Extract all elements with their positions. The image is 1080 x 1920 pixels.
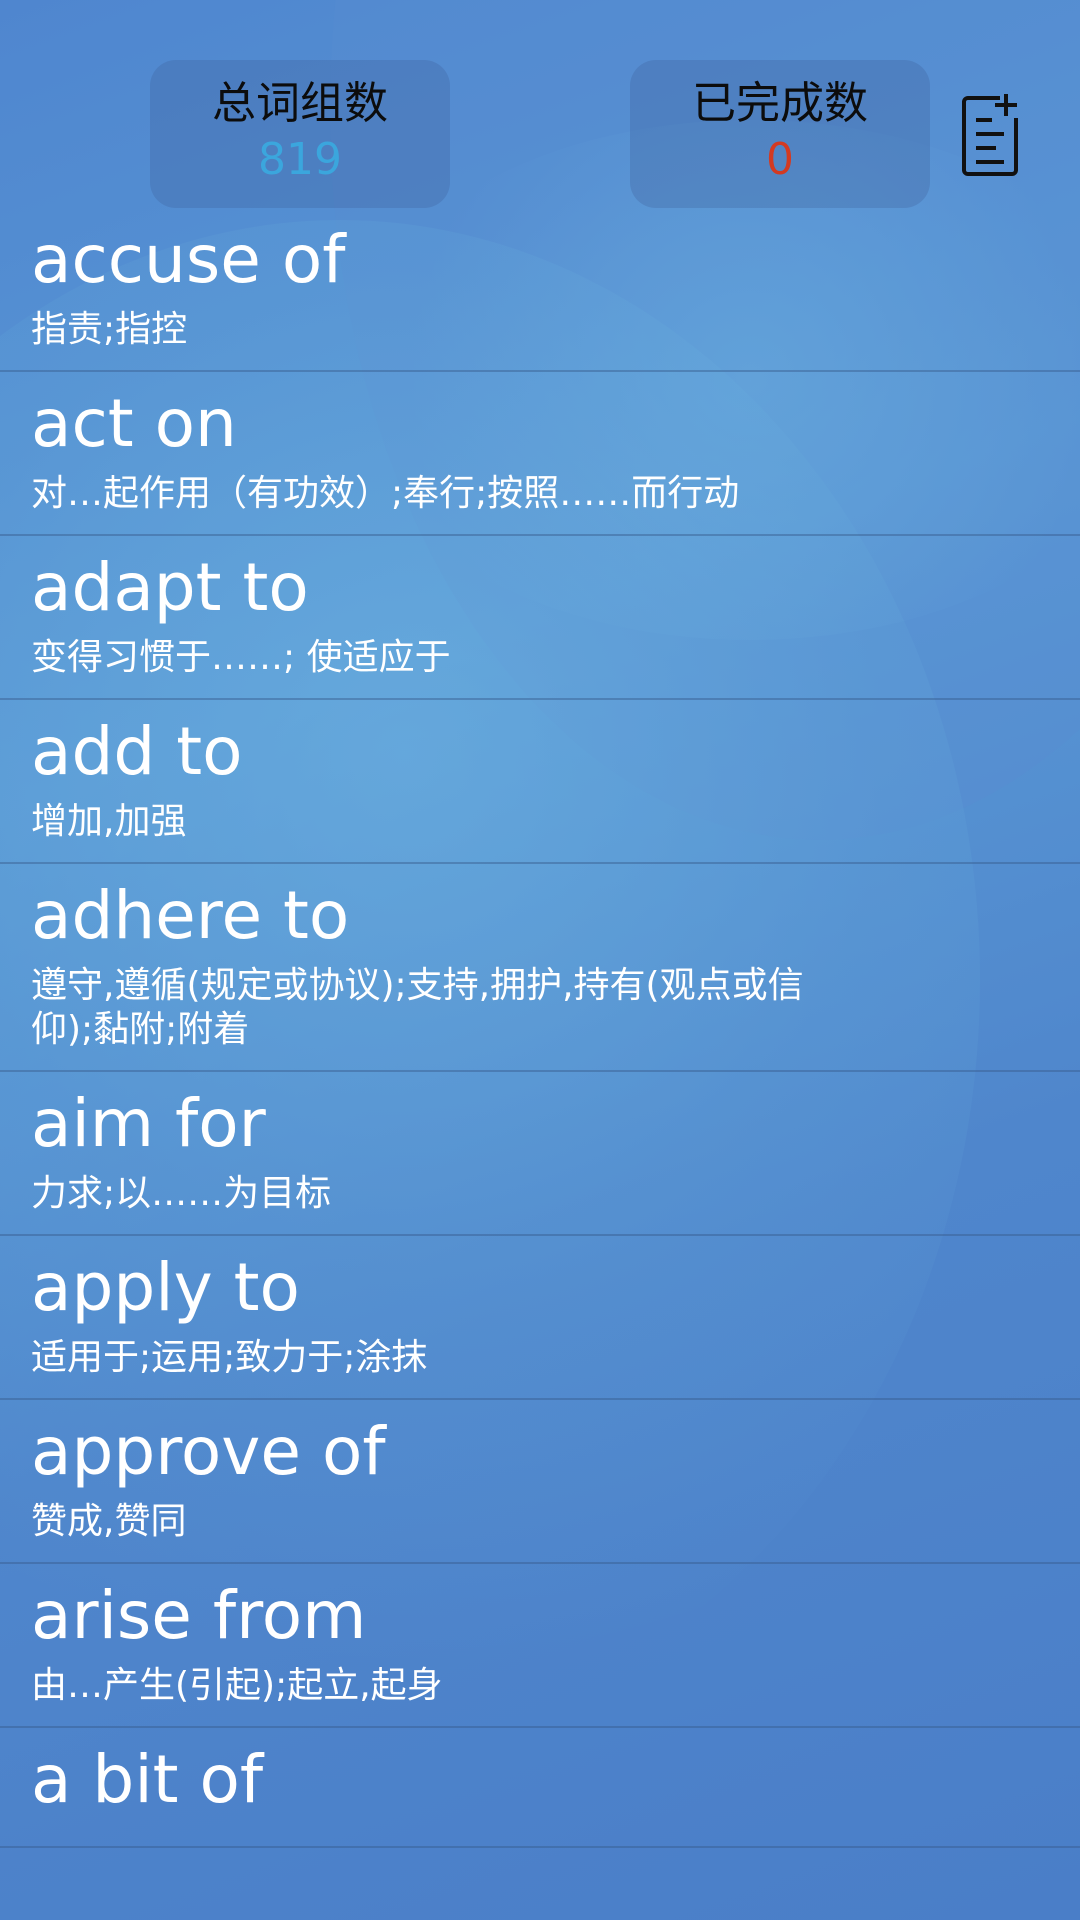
phrase-text: a bit of [31,1741,264,1818]
completed-label: 已完成数 [692,78,868,129]
phrase-text: adhere to [31,877,350,954]
phrase-meaning: 指责;指控 [31,309,188,350]
phrase-meaning: 变得习惯于……; 使适应于 [31,637,451,678]
phrase-item[interactable]: adhere to 遵守,遵循(规定或协议);支持,拥护,持有(观点或信仰);黏… [0,864,1080,1072]
phrase-text: aim for [31,1085,266,1162]
phrase-meaning: 遵守,遵循(规定或协议);支持,拥护,持有(观点或信仰);黏附;附着 [31,965,804,1050]
total-phrases-label: 总词组数 [212,78,388,129]
phrase-meaning: 力求;以……为目标 [31,1173,332,1214]
stats-header: 总词组数 819 已完成数 0 [0,0,1080,215]
completed-value: 0 [766,134,794,185]
phrase-item[interactable]: approve of 赞成,赞同 [0,1400,1080,1564]
phrase-text: act on [31,385,237,462]
phrase-item[interactable]: a bit of [0,1728,1080,1848]
total-phrases-value: 819 [258,134,342,185]
phrase-item[interactable]: add to 增加,加强 [0,700,1080,864]
phrase-item[interactable]: act on 对…起作用（有功效）;奉行;按照……而行动 [0,372,1080,536]
phrase-item[interactable]: adapt to 变得习惯于……; 使适应于 [0,536,1080,700]
phrase-text: adapt to [31,549,309,626]
phrase-meaning: 适用于;运用;致力于;涂抹 [31,1337,428,1378]
phrase-text: add to [31,713,243,790]
add-list-icon[interactable] [960,92,1022,178]
phrase-meaning [31,1822,851,1846]
phrase-meaning: 由…产生(引起);起立,起身 [31,1665,443,1706]
phrase-item[interactable]: aim for 力求;以……为目标 [0,1072,1080,1236]
phrase-text: approve of [31,1413,386,1490]
completed-card: 已完成数 0 [630,60,930,208]
phrase-text: apply to [31,1249,300,1326]
phrase-item[interactable]: apply to 适用于;运用;致力于;涂抹 [0,1236,1080,1400]
phrase-text: accuse of [31,221,346,298]
phrase-meaning: 对…起作用（有功效）;奉行;按照……而行动 [31,473,740,514]
phrase-text: arise from [31,1577,367,1654]
phrase-meaning: 增加,加强 [31,801,187,842]
total-phrases-card: 总词组数 819 [150,60,450,208]
phrase-meaning: 赞成,赞同 [31,1501,187,1542]
phrase-item[interactable]: accuse of 指责;指控 [0,208,1080,372]
phrase-item[interactable]: arise from 由…产生(引起);起立,起身 [0,1564,1080,1728]
phrase-list: accuse of 指责;指控 act on 对…起作用（有功效）;奉行;按照…… [0,208,1080,1848]
